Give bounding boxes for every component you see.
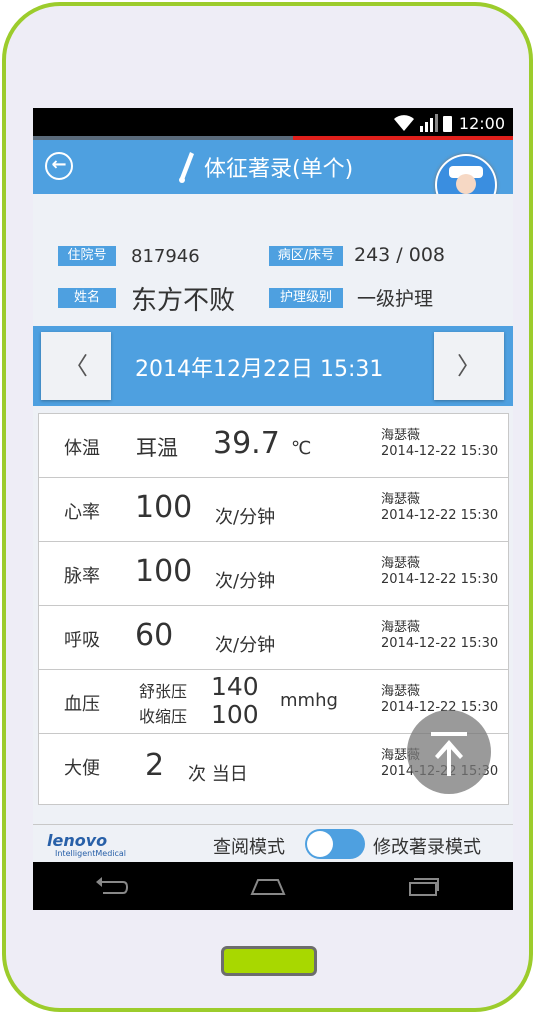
name-label: 姓名 [58, 288, 116, 308]
recorder-name: 海瑟薇 [381, 428, 421, 443]
chevron-left-icon: 〈 [64, 352, 88, 380]
arrow-up-icon [431, 732, 467, 776]
view-mode-label: 查阅模式 [213, 837, 285, 858]
record-time: 2014-12-22 15:30 [381, 572, 499, 587]
care-level-value: 一级护理 [357, 288, 434, 310]
recorder-name: 海瑟薇 [381, 492, 421, 507]
ward-bed-value: 243 / 008 [354, 244, 446, 266]
vital-unit: 次/分钟 [215, 571, 276, 592]
record-time: 2014-12-22 15:30 [381, 444, 499, 459]
vital-row-heart-rate[interactable]: 心率 100 次/分钟 海瑟薇 2014-12-22 15:30 [39, 478, 508, 542]
recorder-name: 海瑟薇 [381, 620, 421, 635]
chevron-right-icon: 〉 [457, 352, 481, 380]
vital-row-respiration[interactable]: 呼吸 60 次/分钟 海瑟薇 2014-12-22 15:30 [39, 606, 508, 670]
vital-value: 39.7 [213, 426, 280, 461]
admission-number: 817946 [131, 246, 200, 267]
vital-value: 100 [135, 554, 193, 589]
brand-logo: lenovo [47, 831, 108, 850]
vital-unit: mmhg [280, 690, 338, 711]
date-navigator: 〈 2014年12月22日 15:31 〉 [33, 326, 513, 406]
recorder-info: 海瑟薇 2014-12-22 15:30 [381, 556, 498, 588]
thermometer-icon [179, 152, 194, 183]
vital-label: 体温 [64, 438, 100, 459]
patient-info: 住院号 817946 病区/床号 243 / 008 姓名 东方不败 护理级别 … [33, 194, 513, 326]
app-screen: 12:00 ← 体征著录(单个) 住院号 817946 病区/床号 243 / … [33, 108, 513, 910]
recent-apps-icon[interactable] [405, 874, 441, 898]
wifi-icon [394, 115, 414, 131]
ward-bed-label: 病区/床号 [269, 246, 343, 266]
vital-unit: 次 当日 [188, 764, 248, 785]
vital-label: 心率 [64, 502, 100, 523]
status-time: 12:00 [458, 114, 505, 133]
vital-row-pulse[interactable]: 脉率 100 次/分钟 海瑟薇 2014-12-22 15:30 [39, 542, 508, 606]
mode-bar: lenovo IntelligentMedical 查阅模式 修改著录模式 [33, 824, 513, 863]
page-title: 体征著录(单个) [204, 157, 354, 182]
home-nav-icon[interactable] [249, 874, 287, 898]
recorder-name: 海瑟薇 [381, 684, 421, 699]
bp-lower-value: 100 [211, 700, 259, 729]
recorder-info: 海瑟薇 2014-12-22 15:30 [381, 492, 498, 524]
bp-upper-label: 舒张压 [139, 682, 188, 701]
vital-unit: 次/分钟 [215, 507, 276, 528]
system-nav-bar [33, 862, 513, 910]
record-time: 2014-12-22 15:30 [381, 636, 499, 651]
vital-label: 呼吸 [64, 630, 100, 651]
admission-label: 住院号 [58, 246, 116, 266]
prev-date-button[interactable]: 〈 [41, 332, 111, 400]
home-button[interactable] [221, 946, 317, 976]
recorder-name: 海瑟薇 [381, 556, 421, 571]
arrow-left-icon: ← [51, 154, 67, 175]
vital-value: 100 [135, 490, 193, 525]
battery-icon [443, 116, 452, 132]
signal-icon [420, 114, 438, 132]
status-bar: 12:00 [33, 108, 513, 140]
vital-value: 60 [135, 618, 174, 653]
page-title-group: 体征著录(单个) [178, 150, 353, 184]
bp-upper-value: 140 [211, 672, 259, 701]
bp-lower-label: 收缩压 [139, 707, 188, 726]
record-datetime[interactable]: 2014年12月22日 15:31 [135, 351, 383, 383]
temperature-method: 耳温 [136, 436, 178, 460]
patient-name: 东方不败 [131, 286, 236, 316]
edit-mode-label: 修改著录模式 [373, 837, 481, 858]
scroll-to-top-button[interactable] [407, 710, 491, 794]
next-date-button[interactable]: 〉 [434, 332, 504, 400]
record-time: 2014-12-22 15:30 [381, 508, 499, 523]
back-button[interactable]: ← [45, 152, 73, 180]
back-nav-icon[interactable] [93, 874, 129, 898]
vital-value: 2 [145, 748, 165, 783]
mode-toggle[interactable] [305, 829, 365, 859]
recorder-info: 海瑟薇 2014-12-22 15:30 [381, 428, 498, 460]
brand-tagline: IntelligentMedical [55, 849, 127, 858]
toggle-knob [307, 831, 333, 857]
vital-label: 脉率 [64, 566, 100, 587]
vital-unit: 次/分钟 [215, 635, 276, 656]
vital-row-temperature[interactable]: 体温 耳温 39.7 ℃ 海瑟薇 2014-12-22 15:30 [39, 414, 508, 478]
vital-unit: ℃ [291, 438, 312, 459]
care-level-label: 护理级别 [269, 288, 343, 308]
recorder-info: 海瑟薇 2014-12-22 15:30 [381, 620, 498, 652]
vital-label: 大便 [64, 758, 100, 779]
vital-label: 血压 [64, 694, 100, 715]
